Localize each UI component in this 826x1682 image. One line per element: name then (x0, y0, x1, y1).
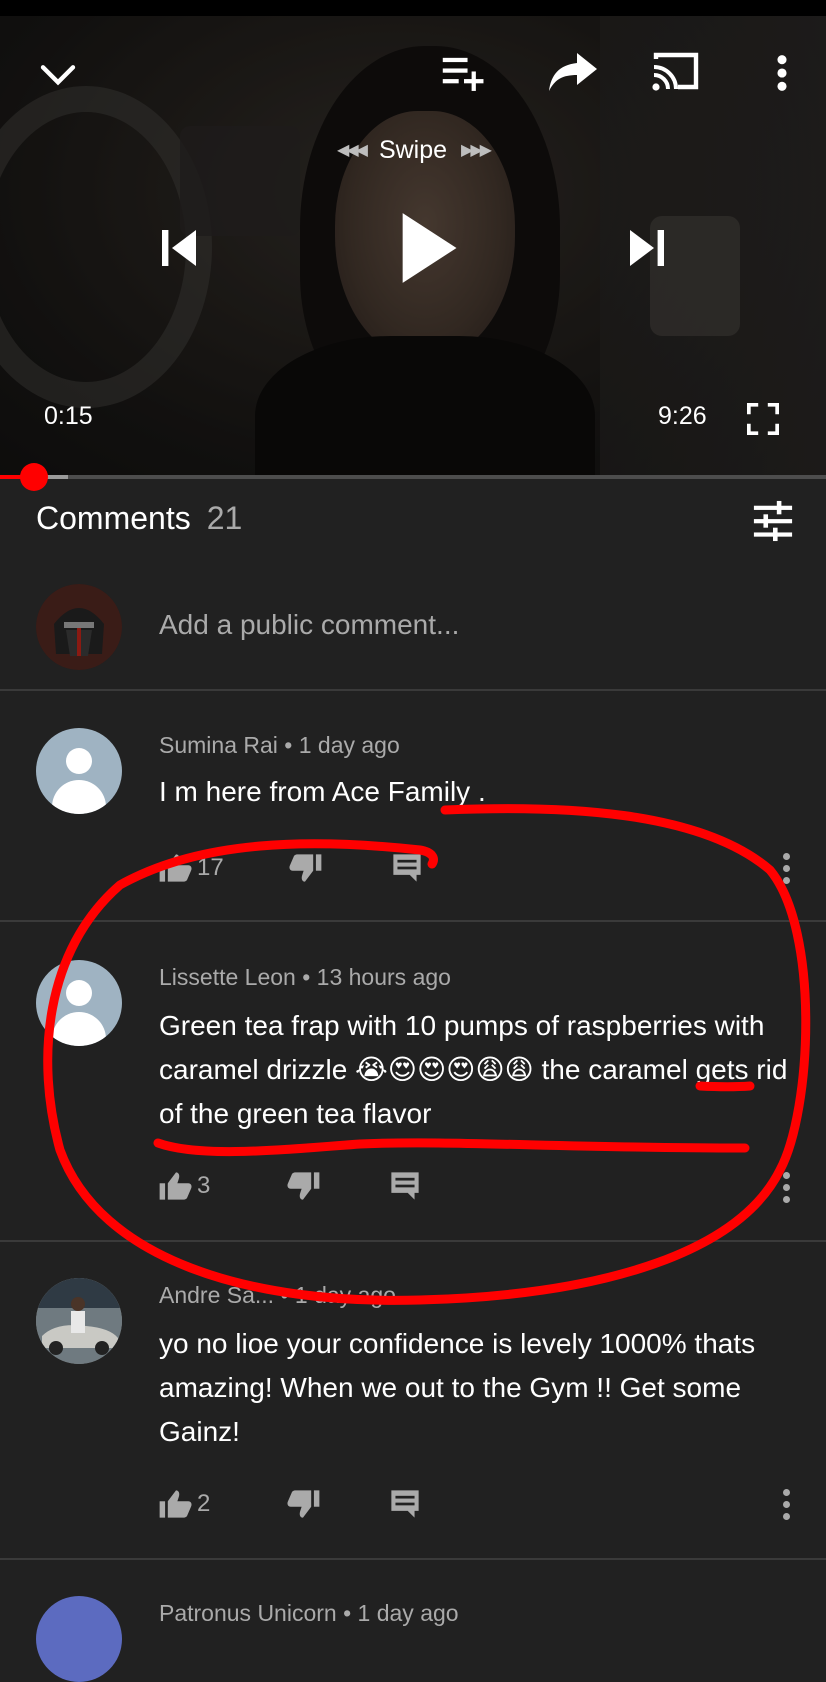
filter-icon[interactable] (752, 500, 794, 547)
comment-author[interactable]: Lissette Leon (159, 964, 296, 990)
comment-time: 13 hours ago (316, 964, 451, 990)
swipe-hint: ◀◀◀ Swipe ▶▶▶ (300, 133, 526, 167)
comment-more-icon[interactable] (780, 1172, 792, 1203)
collapse-chevron-icon[interactable] (34, 50, 82, 98)
like-count: 17 (197, 854, 224, 881)
current-time: 0:15 (44, 402, 93, 430)
comment-time: 1 day ago (357, 1600, 459, 1626)
comment-avatar[interactable] (36, 1596, 122, 1682)
like-count: 3 (197, 1172, 211, 1199)
comment-avatar[interactable] (36, 960, 122, 1046)
comment-time: 1 day ago (294, 1282, 396, 1308)
comment-text: Green tea frap with 10 pumps of raspberr… (159, 1010, 788, 1129)
user-avatar[interactable] (36, 584, 122, 670)
thumb-up-icon (159, 854, 192, 882)
reply-button[interactable] (390, 1489, 420, 1519)
thumb-down-icon (289, 854, 322, 882)
comment-author[interactable]: Patronus Unicorn (159, 1600, 337, 1626)
thumb-up-icon (159, 1490, 192, 1518)
reply-button[interactable] (392, 853, 422, 883)
comment-avatar[interactable] (36, 1278, 122, 1364)
thumb-down-icon (287, 1490, 320, 1518)
comment-avatar[interactable] (36, 728, 122, 814)
comment-meta: Lissette Leon • 13 hours ago (159, 964, 451, 990)
swipe-left-arrows-icon: ◀◀◀ (337, 142, 368, 159)
add-comment-input[interactable]: Add a public comment... (159, 609, 459, 641)
comment-time: 1 day ago (298, 732, 400, 758)
comment-meta: Sumina Rai • 1 day ago (159, 732, 400, 758)
comment-meta: Patronus Unicorn • 1 day ago (159, 1600, 459, 1626)
comment-meta: Andre Sa... • 1 day ago (159, 1282, 396, 1308)
comments-title: Comments (36, 500, 191, 536)
like-button[interactable]: 3 (159, 1171, 210, 1201)
comment-actions: 3 (159, 1168, 420, 1204)
reply-icon (393, 854, 421, 882)
thumb-down-icon (287, 1172, 320, 1200)
like-count: 2 (197, 1490, 211, 1517)
comment-more-icon[interactable] (780, 1489, 792, 1520)
like-button[interactable]: 17 (159, 853, 224, 883)
swipe-right-arrows-icon: ▶▶▶ (461, 142, 492, 159)
progress-bar-track[interactable] (0, 475, 826, 479)
reply-icon (391, 1172, 419, 1200)
comments-count: 21 (206, 500, 243, 536)
fullscreen-icon[interactable] (744, 400, 782, 438)
play-button[interactable] (380, 200, 476, 296)
next-icon[interactable] (620, 220, 676, 276)
comment-more-icon[interactable] (780, 853, 792, 884)
divider (0, 1558, 826, 1560)
comment-actions: 2 (159, 1486, 420, 1522)
divider (0, 1240, 826, 1242)
thumb-up-icon (159, 1172, 192, 1200)
more-vert-icon[interactable] (770, 50, 794, 96)
share-icon[interactable] (544, 46, 602, 96)
dislike-button[interactable] (288, 853, 322, 883)
comment-actions: 17 (159, 850, 422, 886)
progress-scrubber-handle[interactable] (20, 463, 48, 491)
status-bar (0, 0, 826, 16)
divider (0, 689, 826, 691)
comment-text: yo no lioe your confidence is levely 100… (159, 1328, 756, 1447)
previous-icon[interactable] (150, 220, 206, 276)
like-button[interactable]: 2 (159, 1489, 210, 1519)
reply-icon (391, 1490, 419, 1518)
play-icon (402, 213, 457, 283)
reply-button[interactable] (390, 1171, 420, 1201)
dislike-button[interactable] (286, 1489, 320, 1519)
divider (0, 920, 826, 922)
comment-author[interactable]: Andre Sa... (159, 1282, 274, 1308)
cast-icon[interactable] (648, 48, 704, 94)
dislike-button[interactable] (286, 1171, 320, 1201)
swipe-label: Swipe (378, 135, 448, 164)
add-to-queue-icon[interactable] (438, 48, 490, 96)
comments-header: Comments 21 (36, 500, 242, 537)
duration: 9:26 (658, 402, 707, 430)
annotation-underline-line (153, 1138, 750, 1157)
comment-text: I m here from Ace Family . (159, 776, 486, 807)
comment-author[interactable]: Sumina Rai (159, 732, 278, 758)
